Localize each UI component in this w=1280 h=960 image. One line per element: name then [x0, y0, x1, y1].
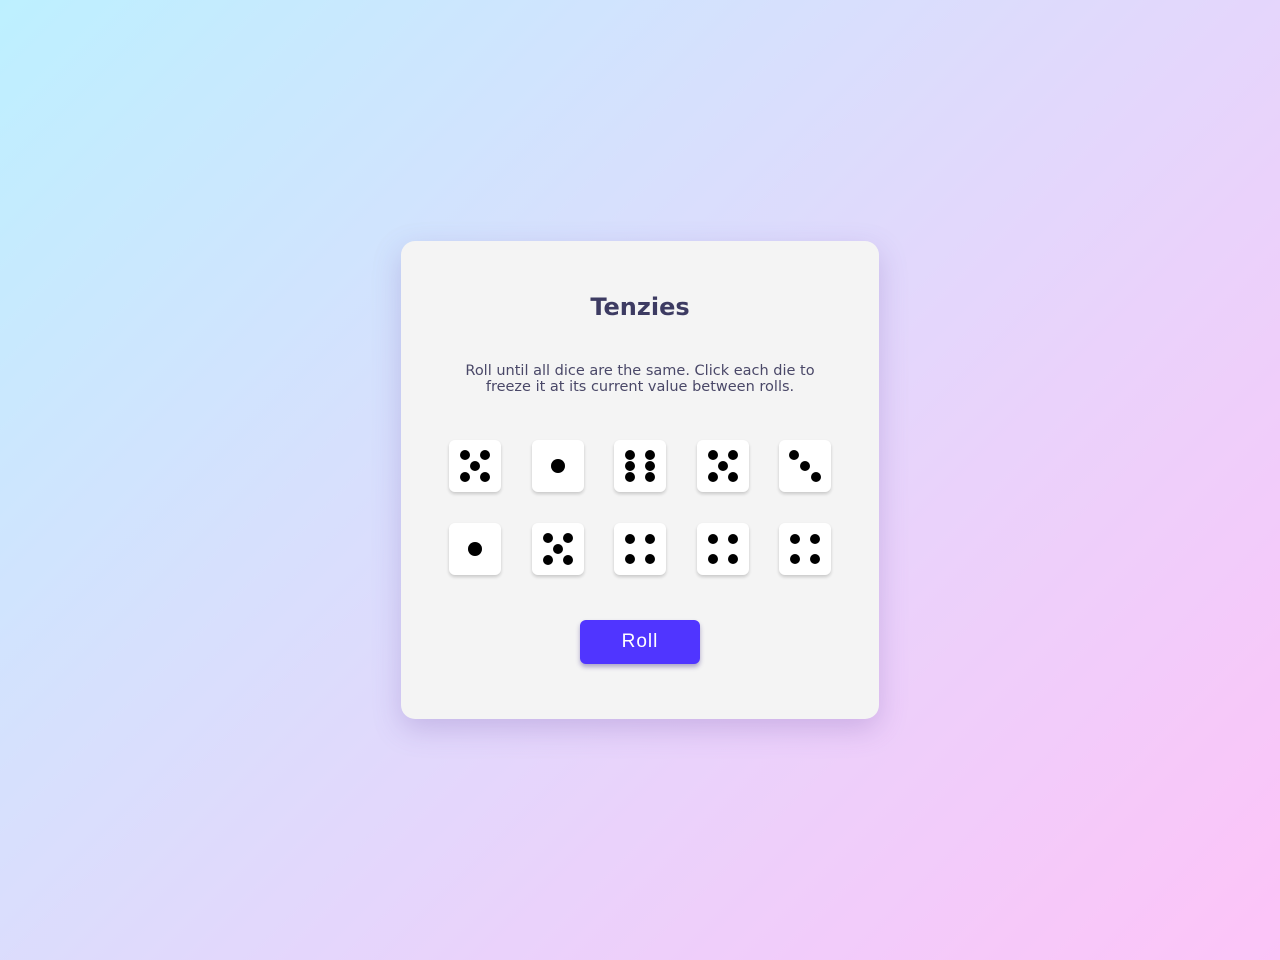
game-card: Tenzies Roll until all dice are the same… [401, 241, 879, 719]
die-pip [790, 553, 800, 564]
die-8[interactable] [614, 522, 666, 575]
roll-button[interactable]: Roll [580, 620, 700, 664]
die-pip [707, 450, 718, 460]
die-pip [542, 554, 553, 565]
die-6[interactable] [449, 522, 501, 575]
die-10[interactable] [779, 522, 831, 575]
die-2[interactable] [531, 440, 584, 492]
die-pip [562, 554, 573, 565]
game-title: Tenzies [590, 293, 690, 321]
dice-grid [449, 440, 831, 575]
die-pip [707, 472, 718, 482]
die-pip [810, 533, 820, 544]
die-pip [727, 533, 738, 544]
die-3[interactable] [614, 440, 666, 492]
die-pip [625, 553, 635, 564]
die-pip [645, 472, 655, 482]
game-instructions: Roll until all dice are the same. Click … [465, 363, 815, 395]
die-pip [562, 532, 573, 543]
die-1[interactable] [449, 440, 501, 492]
die-pip [810, 553, 820, 564]
die-pip [625, 461, 635, 471]
die-5[interactable] [779, 440, 831, 492]
die-pip [789, 450, 799, 460]
die-pip [790, 533, 800, 544]
die-pip [811, 472, 821, 482]
die-pip [480, 450, 490, 460]
die-pip [470, 461, 480, 471]
die-pip [707, 533, 718, 544]
die-pip [552, 543, 563, 554]
die-pip [550, 459, 565, 473]
die-pip [625, 450, 635, 460]
die-pip [645, 533, 655, 544]
die-pip [717, 461, 728, 471]
die-pip [727, 472, 738, 482]
die-pip [645, 450, 655, 460]
die-7[interactable] [531, 522, 584, 575]
die-pip [480, 472, 490, 482]
die-pip [460, 472, 470, 482]
die-pip [727, 553, 738, 564]
die-pip [707, 553, 718, 564]
die-4[interactable] [696, 440, 749, 492]
die-pip [468, 541, 482, 556]
die-pip [460, 450, 470, 460]
die-pip [645, 461, 655, 471]
die-pip [800, 461, 810, 471]
die-pip [645, 553, 655, 564]
die-pip [727, 450, 738, 460]
die-9[interactable] [696, 522, 749, 575]
die-pip [625, 472, 635, 482]
die-pip [625, 533, 635, 544]
die-pip [542, 532, 553, 543]
